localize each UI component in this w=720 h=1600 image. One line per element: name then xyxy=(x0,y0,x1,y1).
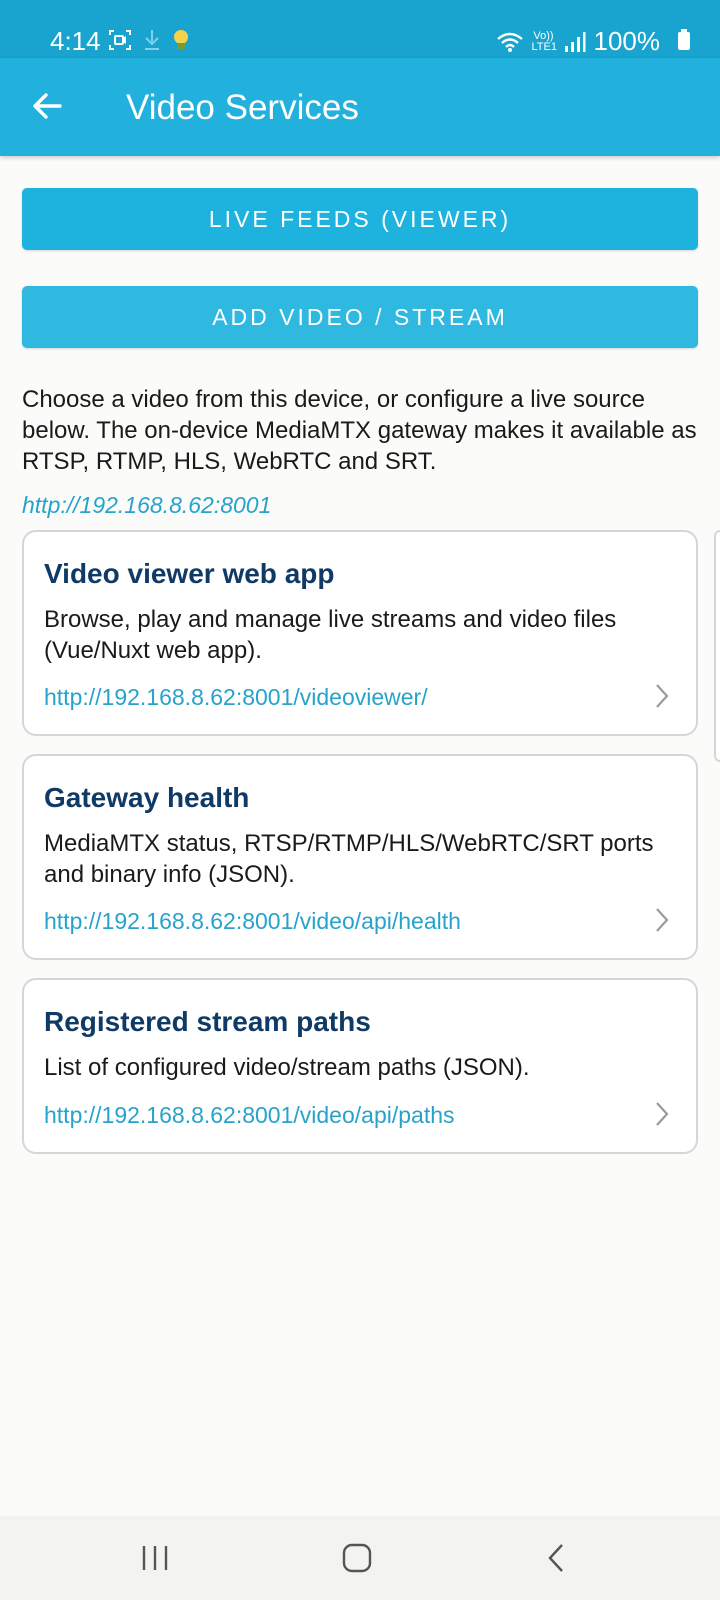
card-description: MediaMTX status, RTSP/RTMP/HLS/WebRTC/SR… xyxy=(44,830,654,888)
home-button[interactable] xyxy=(338,1538,378,1578)
page-title: Video Services xyxy=(126,88,359,127)
recents-icon xyxy=(142,1546,168,1570)
chevron-right-icon xyxy=(656,1102,669,1126)
card-description: List of configured video/stream paths (J… xyxy=(44,1054,530,1081)
card-url[interactable]: http://192.168.8.62:8001/video/api/healt… xyxy=(44,908,461,935)
card-description: Browse, play and manage live streams and… xyxy=(44,606,617,664)
card-stream-paths[interactable]: Registered stream paths List of configur… xyxy=(22,978,698,1154)
add-video-stream-button[interactable]: ADD VIDEO / STREAM xyxy=(22,286,698,348)
intro-text: Choose a video from this device, or conf… xyxy=(22,386,697,475)
arrow-left-icon xyxy=(33,93,62,119)
side-card-peek xyxy=(714,530,720,762)
live-feeds-button[interactable]: LIVE FEEDS (VIEWER) xyxy=(22,188,698,250)
chevron-right-icon xyxy=(656,908,669,932)
battery-icon xyxy=(678,29,690,50)
back-icon xyxy=(548,1544,563,1572)
home-icon xyxy=(342,1543,372,1573)
base-url[interactable]: http://192.168.8.62:8001 xyxy=(22,492,271,519)
app-bar: Video Services xyxy=(0,58,720,156)
back-button[interactable] xyxy=(28,86,68,126)
card-title: Gateway health xyxy=(44,782,250,813)
lightbulb-icon xyxy=(174,30,188,49)
signal-icon xyxy=(564,31,585,52)
card-url[interactable]: http://192.168.8.62:8001/videoviewer/ xyxy=(44,684,428,711)
wifi-icon xyxy=(496,32,523,52)
screen-record-icon xyxy=(109,30,131,50)
status-time: 4:14 xyxy=(50,26,101,56)
card-title: Video viewer web app xyxy=(44,558,335,589)
nav-back-button[interactable] xyxy=(538,1538,578,1578)
status-bar: 4:14 Vo)) LTE1 100% xyxy=(0,0,720,58)
status-right-icons: Vo)) LTE1 100% xyxy=(496,26,661,57)
card-title: Registered stream paths xyxy=(44,1006,371,1037)
download-icon xyxy=(145,30,159,50)
battery-percent: 100% xyxy=(593,26,661,56)
chevron-right-icon xyxy=(656,684,669,708)
network-label: Vo)) LTE1 xyxy=(531,29,557,53)
card-gateway-health[interactable]: Gateway health MediaMTX status, RTSP/RTM… xyxy=(22,754,698,960)
system-nav-bar xyxy=(0,1516,720,1600)
card-url[interactable]: http://192.168.8.62:8001/video/api/paths xyxy=(44,1102,455,1129)
card-video-viewer[interactable]: Video viewer web app Browse, play and ma… xyxy=(22,530,698,736)
recents-button[interactable] xyxy=(135,1538,175,1578)
status-left-icons xyxy=(108,28,190,52)
